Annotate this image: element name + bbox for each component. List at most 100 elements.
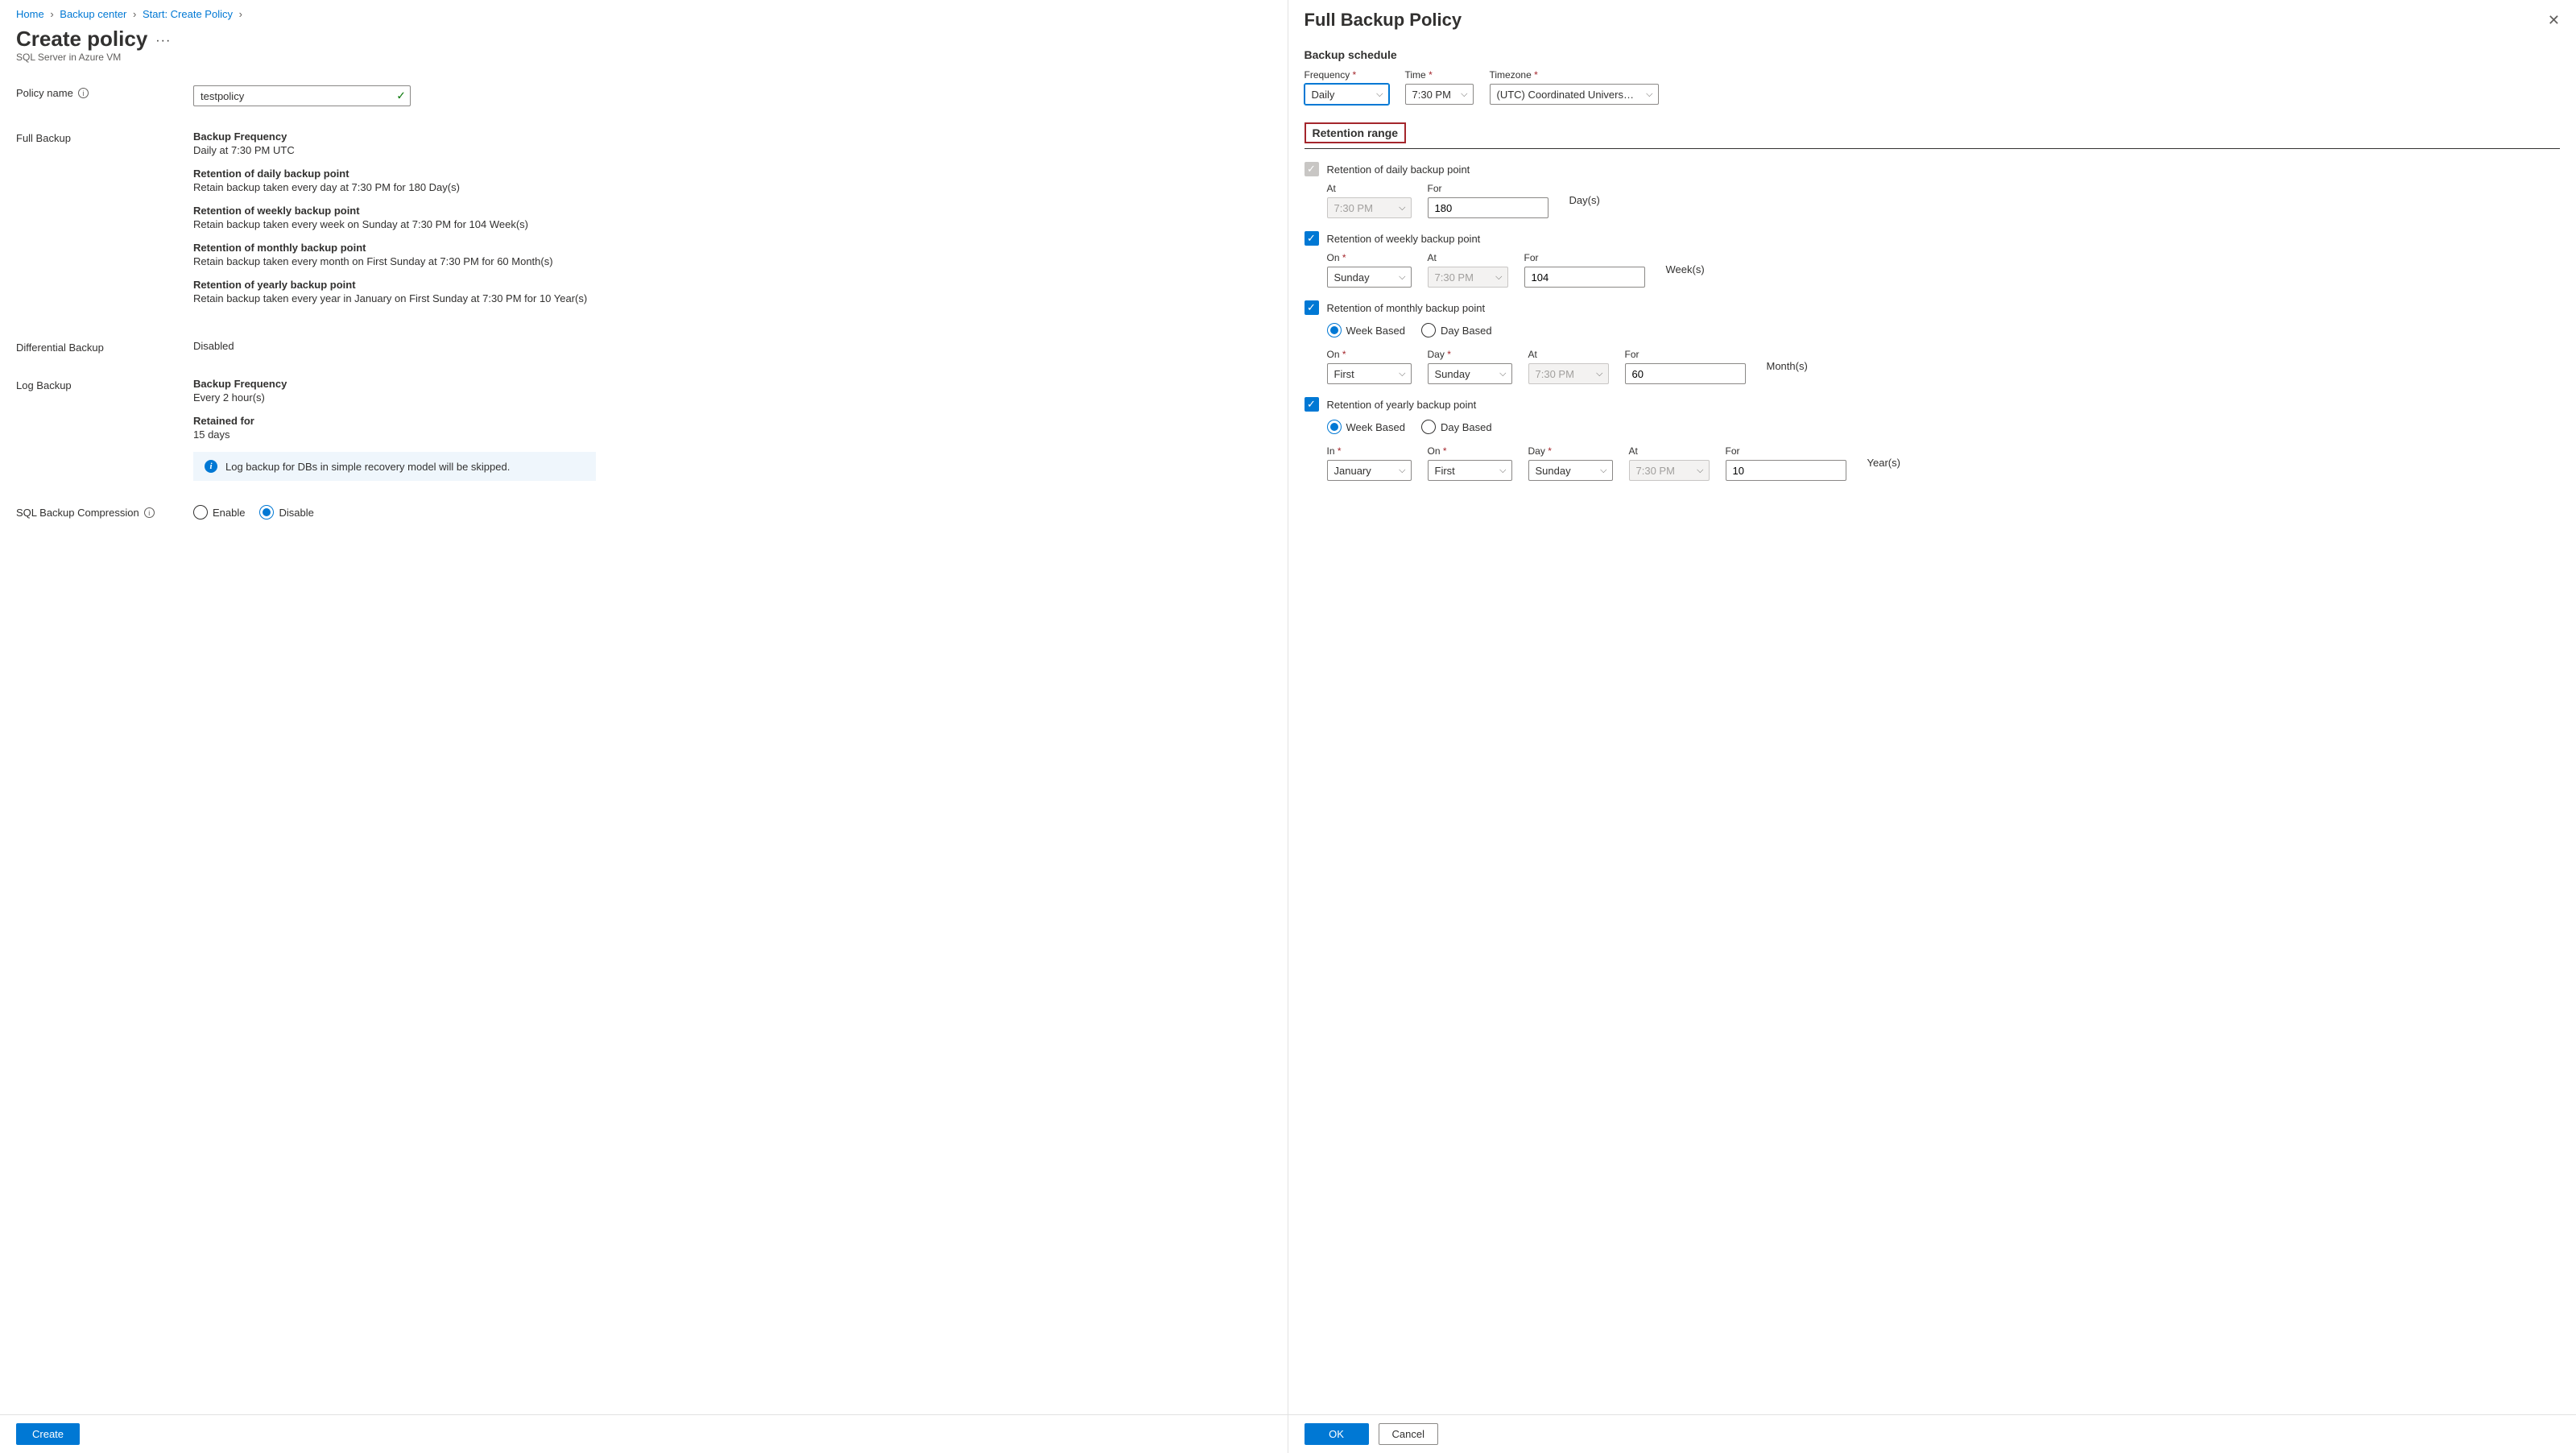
retention-daily-title: Retention of daily backup point xyxy=(193,168,1271,180)
yearly-on-dropdown[interactable]: First⌵ xyxy=(1428,460,1512,481)
chevron-down-icon: ⌵ xyxy=(1596,369,1602,379)
log-backup-info-text: Log backup for DBs in simple recovery mo… xyxy=(225,461,510,473)
daily-retention-checkbox: ✓ xyxy=(1305,162,1319,176)
chevron-down-icon: ⌵ xyxy=(1697,466,1703,476)
monthly-day-label: Day * xyxy=(1428,349,1512,360)
monthly-unit-label: Month(s) xyxy=(1767,360,1808,374)
info-icon: i xyxy=(205,460,217,473)
yearly-unit-label: Year(s) xyxy=(1867,457,1900,470)
yearly-at-label: At xyxy=(1629,445,1710,457)
retention-yearly-desc: Retain backup taken every year in Januar… xyxy=(193,292,1271,304)
monthly-week-based-radio[interactable]: Week Based xyxy=(1327,323,1405,337)
checkmark-icon: ✓ xyxy=(396,89,406,103)
daily-at-dropdown: 7:30 PM⌵ xyxy=(1327,197,1412,218)
yearly-day-dropdown[interactable]: Sunday⌵ xyxy=(1528,460,1613,481)
chevron-down-icon: ⌵ xyxy=(1646,89,1652,100)
yearly-week-based-radio[interactable]: Week Based xyxy=(1327,420,1405,434)
monthly-at-dropdown: 7:30 PM⌵ xyxy=(1528,363,1609,384)
breadcrumb-home[interactable]: Home xyxy=(16,8,44,20)
chevron-down-icon: ⌵ xyxy=(1600,466,1606,476)
page-subtitle: SQL Server in Azure VM xyxy=(16,52,1271,63)
full-backup-label: Full Backup xyxy=(16,130,193,144)
retention-monthly-title: Retention of monthly backup point xyxy=(193,242,1271,254)
radio-checked-icon xyxy=(1327,420,1342,434)
differential-backup-label: Differential Backup xyxy=(16,340,193,354)
chevron-down-icon: ⌵ xyxy=(1376,89,1383,100)
yearly-for-input[interactable] xyxy=(1726,460,1846,481)
yearly-retention-label: Retention of yearly backup point xyxy=(1327,399,1477,411)
monthly-at-label: At xyxy=(1528,349,1609,360)
monthly-day-based-radio[interactable]: Day Based xyxy=(1421,323,1492,337)
compression-disable-radio[interactable]: Disable xyxy=(259,505,313,520)
left-footer: Create xyxy=(0,1414,1288,1453)
breadcrumb: Home › Backup center › Start: Create Pol… xyxy=(16,8,1271,20)
daily-unit-label: Day(s) xyxy=(1569,194,1600,208)
chevron-right-icon: › xyxy=(239,8,242,20)
log-backup-freq-title: Backup Frequency xyxy=(193,378,1271,390)
weekly-retention-checkbox[interactable]: ✓ xyxy=(1305,231,1319,246)
chevron-down-icon: ⌵ xyxy=(1399,466,1405,476)
breadcrumb-backup-center[interactable]: Backup center xyxy=(60,8,126,20)
monthly-on-dropdown[interactable]: First⌵ xyxy=(1327,363,1412,384)
weekly-on-label: On * xyxy=(1327,252,1412,263)
weekly-at-label: At xyxy=(1428,252,1508,263)
yearly-in-dropdown[interactable]: January⌵ xyxy=(1327,460,1412,481)
retention-range-title: Retention range xyxy=(1305,122,1407,143)
monthly-day-dropdown[interactable]: Sunday⌵ xyxy=(1428,363,1512,384)
monthly-for-label: For xyxy=(1625,349,1746,360)
create-policy-pane: Home › Backup center › Start: Create Pol… xyxy=(0,0,1288,1453)
weekly-retention-label: Retention of weekly backup point xyxy=(1327,233,1481,245)
ok-button[interactable]: OK xyxy=(1305,1423,1369,1445)
timezone-dropdown[interactable]: (UTC) Coordinated Universal Time⌵ xyxy=(1490,84,1659,105)
full-backup-freq-desc: Daily at 7:30 PM UTC xyxy=(193,144,1271,156)
page-title: Create policy xyxy=(16,27,147,52)
cancel-button[interactable]: Cancel xyxy=(1379,1423,1438,1445)
yearly-at-dropdown: 7:30 PM⌵ xyxy=(1629,460,1710,481)
retention-weekly-title: Retention of weekly backup point xyxy=(193,205,1271,217)
log-backup-info-banner: i Log backup for DBs in simple recovery … xyxy=(193,452,596,481)
daily-retention-label: Retention of daily backup point xyxy=(1327,164,1470,176)
create-button[interactable]: Create xyxy=(16,1423,80,1445)
frequency-dropdown[interactable]: Daily⌵ xyxy=(1305,84,1389,105)
chevron-down-icon: ⌵ xyxy=(1461,89,1467,100)
chevron-down-icon: ⌵ xyxy=(1399,369,1405,379)
policy-name-label: Policy name i xyxy=(16,85,193,99)
yearly-day-based-radio[interactable]: Day Based xyxy=(1421,420,1492,434)
policy-name-input[interactable] xyxy=(193,85,411,106)
info-icon[interactable]: i xyxy=(78,88,89,98)
monthly-retention-checkbox[interactable]: ✓ xyxy=(1305,300,1319,315)
close-button[interactable]: ✕ xyxy=(2548,12,2560,29)
retention-yearly-title: Retention of yearly backup point xyxy=(193,279,1271,291)
retention-monthly-desc: Retain backup taken every month on First… xyxy=(193,255,1271,267)
weekly-at-dropdown: 7:30 PM⌵ xyxy=(1428,267,1508,288)
monthly-for-input[interactable] xyxy=(1625,363,1746,384)
full-backup-freq-title: Backup Frequency xyxy=(193,130,1271,143)
time-label: Time * xyxy=(1405,69,1474,81)
weekly-for-label: For xyxy=(1524,252,1645,263)
chevron-down-icon: ⌵ xyxy=(1499,369,1506,379)
chevron-down-icon: ⌵ xyxy=(1495,272,1502,283)
retention-weekly-desc: Retain backup taken every week on Sunday… xyxy=(193,218,1271,230)
radio-icon xyxy=(1421,323,1436,337)
radio-icon xyxy=(1421,420,1436,434)
log-backup-retained-title: Retained for xyxy=(193,415,1271,427)
more-actions-button[interactable]: ··· xyxy=(155,34,171,48)
monthly-retention-label: Retention of monthly backup point xyxy=(1327,302,1486,314)
daily-for-input[interactable] xyxy=(1428,197,1548,218)
yearly-retention-checkbox[interactable]: ✓ xyxy=(1305,397,1319,412)
breadcrumb-start-create-policy[interactable]: Start: Create Policy xyxy=(143,8,233,20)
panel-title: Full Backup Policy xyxy=(1305,10,1462,31)
weekly-for-input[interactable] xyxy=(1524,267,1645,288)
weekly-on-dropdown[interactable]: Sunday⌵ xyxy=(1327,267,1412,288)
daily-for-label: For xyxy=(1428,183,1548,194)
info-icon[interactable]: i xyxy=(144,507,155,518)
chevron-down-icon: ⌵ xyxy=(1499,466,1506,476)
yearly-on-label: On * xyxy=(1428,445,1512,457)
radio-checked-icon xyxy=(259,505,274,520)
chevron-right-icon: › xyxy=(133,8,136,20)
time-dropdown[interactable]: 7:30 PM⌵ xyxy=(1405,84,1474,105)
sql-compression-label: SQL Backup Compression i xyxy=(16,505,193,519)
compression-enable-radio[interactable]: Enable xyxy=(193,505,245,520)
full-backup-policy-panel: Full Backup Policy ✕ Backup schedule Fre… xyxy=(1288,0,2576,1453)
right-footer: OK Cancel xyxy=(1288,1414,2576,1453)
